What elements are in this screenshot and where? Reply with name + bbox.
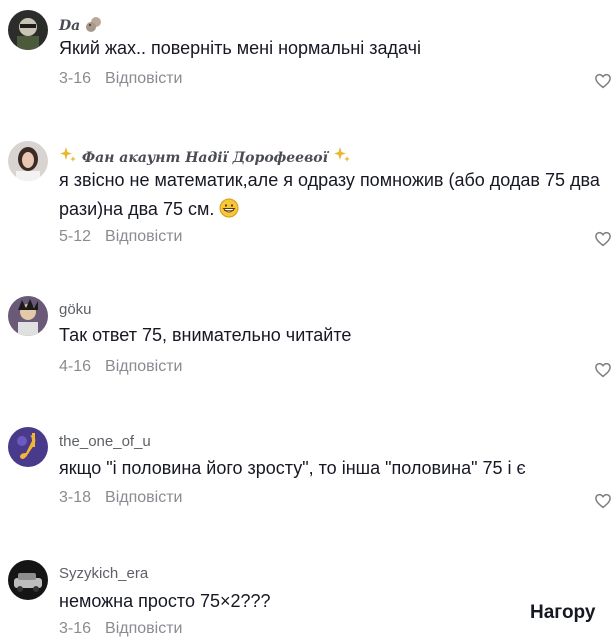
comment-text: неможна просто 75×2???	[59, 591, 271, 611]
heart-outline-icon[interactable]	[594, 492, 612, 510]
heart-outline-icon[interactable]	[594, 72, 612, 90]
reply-button[interactable]: Відповісти	[105, 489, 182, 506]
comment-meta: 3-16 Відповісти	[59, 620, 182, 638]
comment-username[interactable]: Фан акаунт Надії Дорофеевої	[59, 146, 351, 168]
comment-username[interactable]: Syzykich_era	[59, 565, 148, 582]
grinning-face-icon	[219, 198, 239, 218]
reply-button[interactable]: Відповісти	[105, 228, 182, 245]
comment-date: 3-18	[59, 489, 92, 506]
avatar[interactable]	[8, 296, 48, 336]
avatar[interactable]	[8, 427, 48, 467]
comment-text: Так ответ 75, внимательно читайте	[59, 325, 352, 345]
comment-text-content: я звісно не математик,але я одразу помно…	[59, 170, 600, 219]
sparkles-icon	[59, 146, 77, 168]
comment-meta: 3-18 Відповісти	[59, 489, 182, 507]
comment-meta: 5-12 Відповісти	[59, 228, 182, 246]
comment-date: 3-16	[59, 620, 92, 637]
comment-meta: 3-16 Відповісти	[59, 70, 182, 88]
comment-text: якщо "і половина його зросту", то інша "…	[59, 458, 526, 478]
sparkles-icon	[333, 146, 351, 168]
comment-text: я звісно не математик,але я одразу помно…	[59, 166, 604, 224]
heart-outline-icon[interactable]	[594, 361, 612, 379]
reply-button[interactable]: Відповісти	[105, 70, 182, 87]
comment-date: 4-16	[59, 358, 92, 375]
comment-date: 5-12	[59, 228, 92, 245]
avatar[interactable]	[8, 141, 48, 181]
username-text: Фан акаунт Надії Дорофеевої	[81, 150, 328, 166]
comment-username[interactable]: göku	[59, 301, 92, 318]
avatar[interactable]	[8, 560, 48, 600]
username-text: Da	[59, 18, 81, 34]
comment-username[interactable]: the_one_of_u	[59, 433, 151, 450]
reply-button[interactable]: Відповісти	[105, 358, 182, 375]
comment-text: Який жах.. поверніть мені нормальні зада…	[59, 38, 421, 58]
comment-meta: 4-16 Відповісти	[59, 358, 182, 376]
comment-date: 3-16	[59, 70, 92, 87]
scroll-to-top-button[interactable]: Нагору	[524, 600, 602, 626]
avatar[interactable]	[8, 10, 48, 50]
reply-button[interactable]: Відповісти	[105, 620, 182, 637]
heart-outline-icon[interactable]	[594, 230, 612, 248]
